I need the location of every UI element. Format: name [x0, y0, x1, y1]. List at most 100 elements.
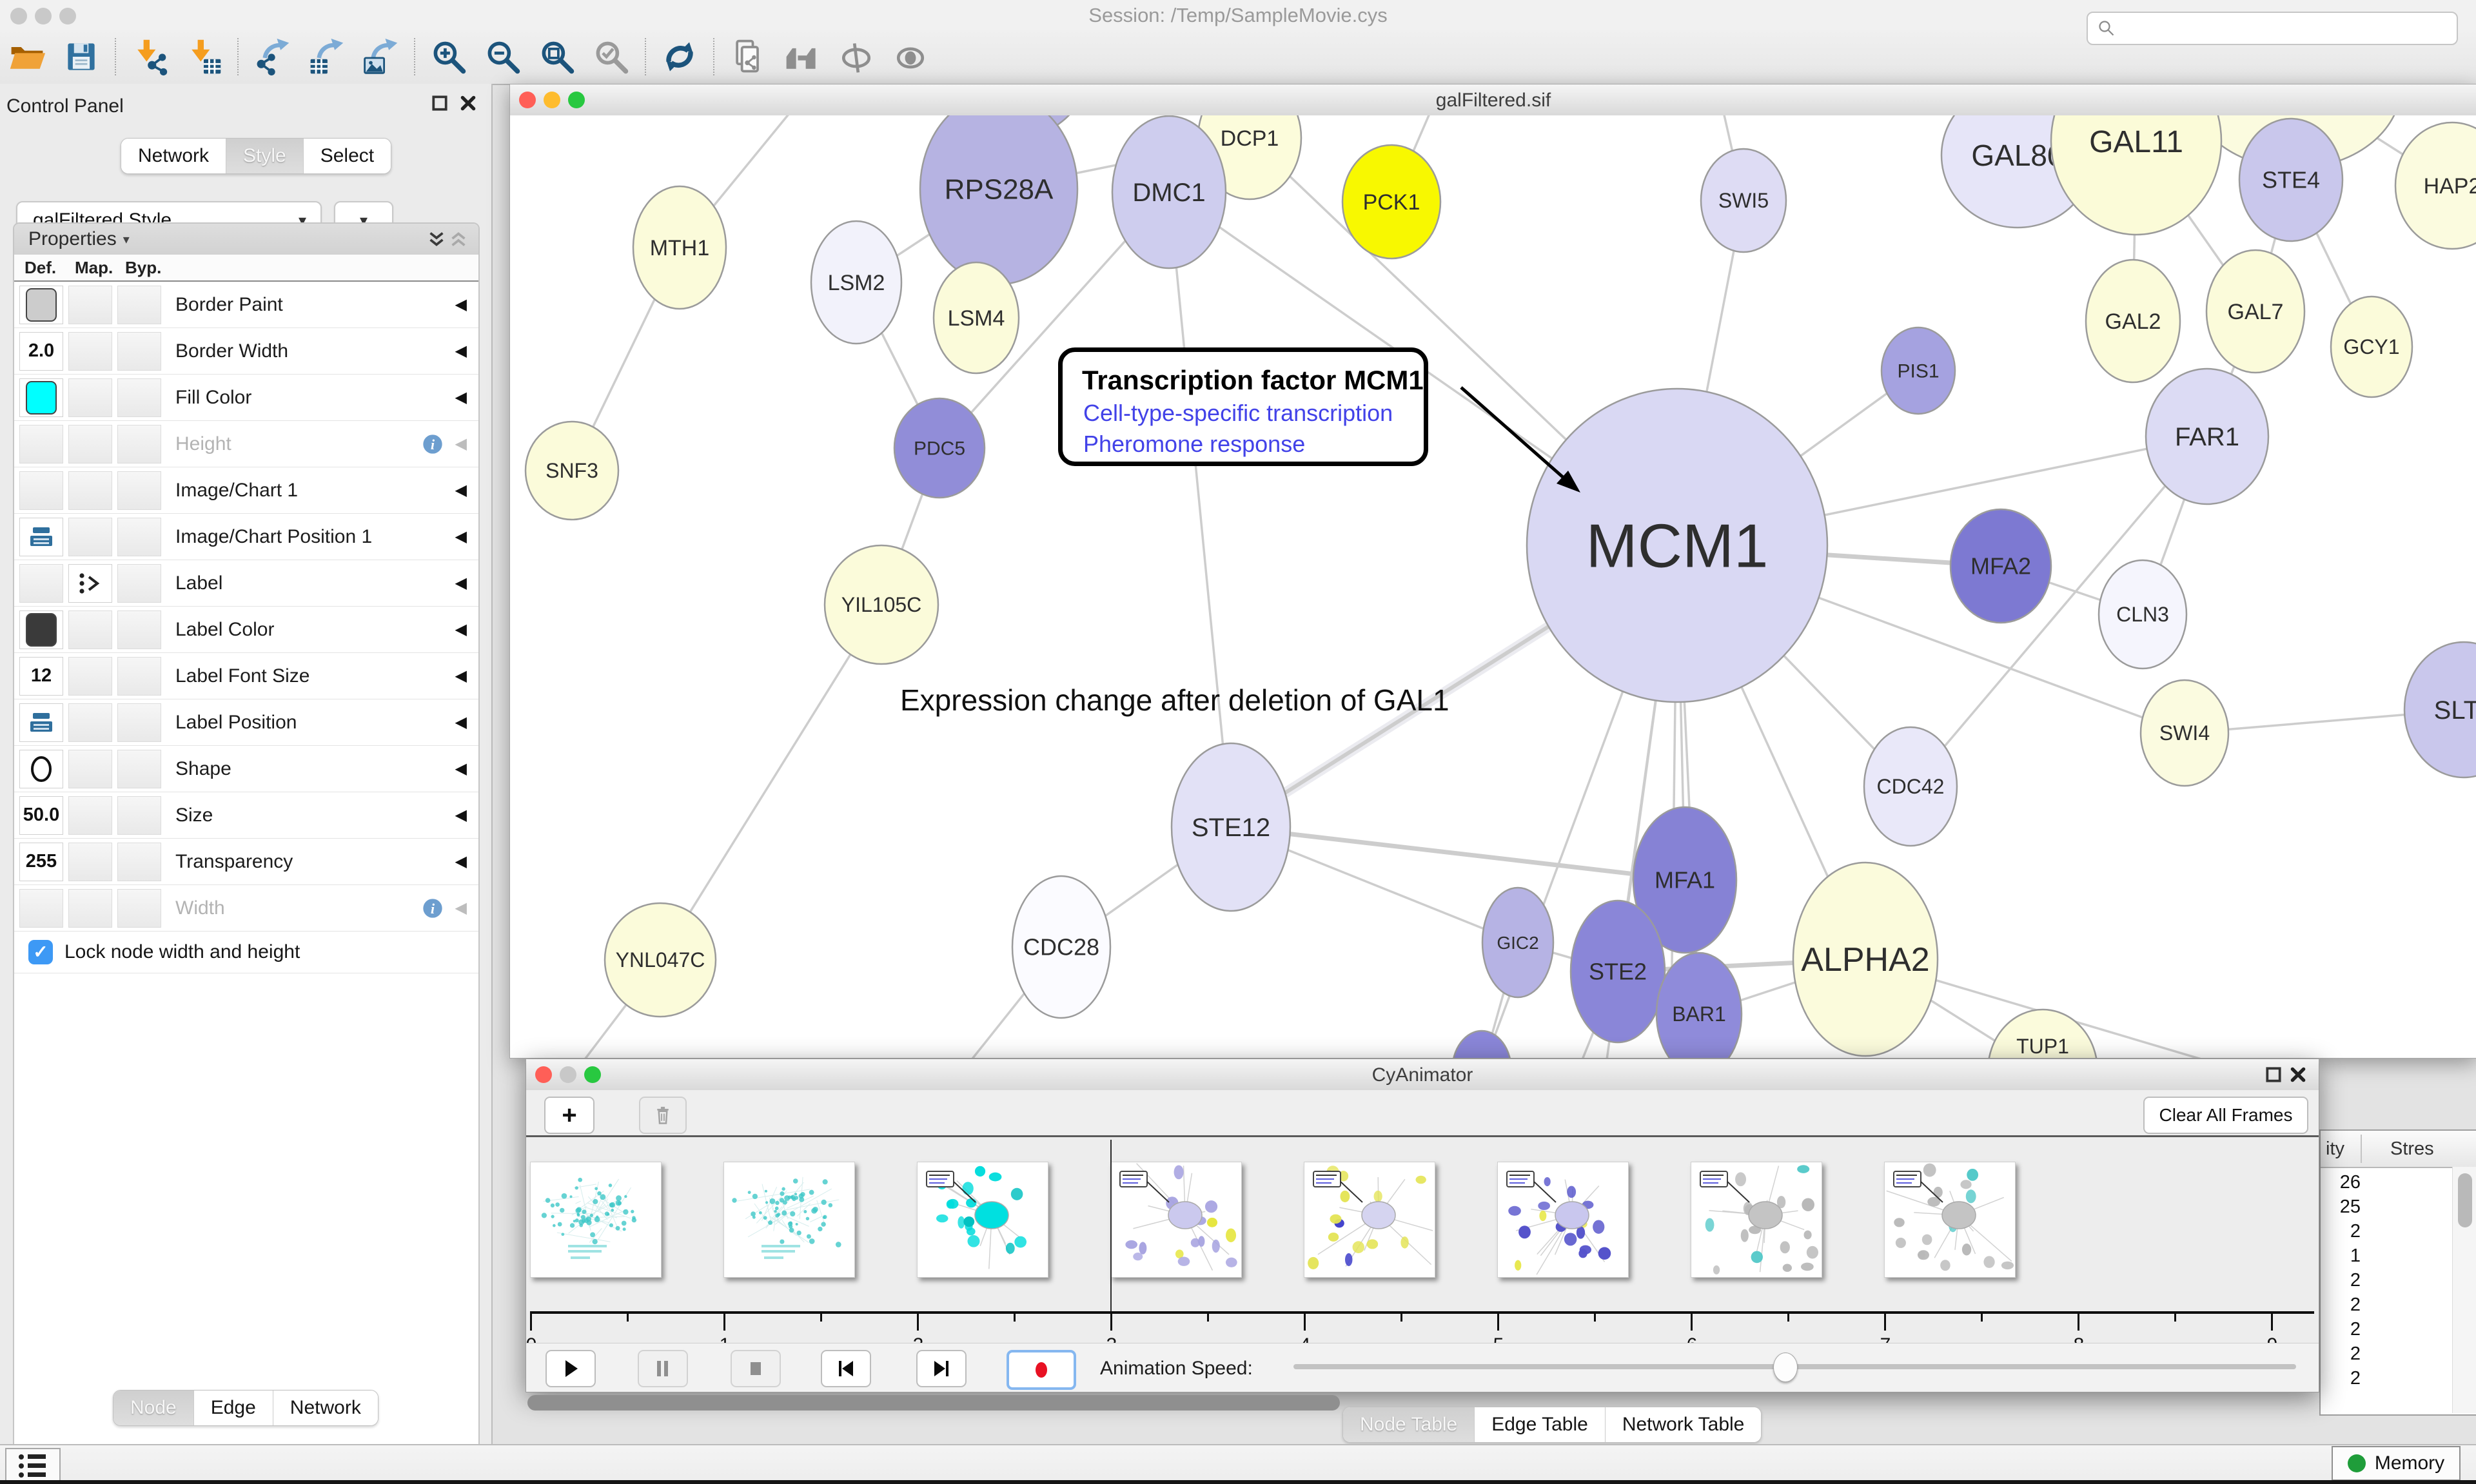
- table-row[interactable]: 2: [2321, 1221, 2361, 1242]
- expand-row-icon[interactable]: ◀: [455, 527, 467, 546]
- network-window-titlebar[interactable]: galFiltered.sif: [510, 84, 2476, 116]
- add-frame-button[interactable]: +: [544, 1097, 594, 1134]
- property-row-size[interactable]: 50.0Size◀: [14, 792, 478, 839]
- play-button[interactable]: [545, 1350, 596, 1387]
- tab-network[interactable]: Network: [121, 139, 226, 173]
- map-cell[interactable]: [68, 332, 112, 371]
- zoom-in-icon[interactable]: [427, 35, 470, 78]
- slider-thumb[interactable]: [1773, 1352, 1798, 1382]
- zoom-out-icon[interactable]: [482, 35, 524, 78]
- map-cell[interactable]: [68, 471, 112, 510]
- byp-cell[interactable]: [117, 657, 161, 696]
- network-document-icon[interactable]: [727, 35, 769, 78]
- byp-cell[interactable]: [117, 425, 161, 464]
- expand-row-icon[interactable]: ◀: [455, 759, 467, 778]
- refresh-icon[interactable]: [658, 35, 701, 78]
- map-cell[interactable]: [68, 703, 112, 742]
- property-row-fill-color[interactable]: Fill Color◀: [14, 375, 478, 421]
- frame-thumbnail-4[interactable]: [1304, 1162, 1435, 1278]
- def-cell[interactable]: [19, 471, 63, 510]
- property-row-label-position[interactable]: Label Position◀: [14, 699, 478, 746]
- table-row[interactable]: 25: [2321, 1196, 2361, 1218]
- table-hscrollbar-thumb[interactable]: [527, 1395, 1340, 1411]
- frame-thumbnail-6[interactable]: [1691, 1162, 1822, 1278]
- lock-size-checkbox[interactable]: ✓: [28, 940, 53, 964]
- def-cell[interactable]: 255: [19, 843, 63, 881]
- property-row-width[interactable]: Widthi◀: [14, 885, 478, 932]
- table-row[interactable]: 2: [2321, 1368, 2361, 1389]
- memory-button[interactable]: Memory: [2332, 1446, 2461, 1481]
- table-row[interactable]: 2: [2321, 1343, 2361, 1365]
- def-cell[interactable]: [19, 750, 63, 788]
- expand-row-icon[interactable]: ◀: [455, 713, 467, 732]
- byp-cell[interactable]: [117, 750, 161, 788]
- close-panel-icon[interactable]: [2289, 1066, 2307, 1084]
- frame-thumbnail-0[interactable]: [530, 1162, 662, 1278]
- binoculars-icon[interactable]: [781, 35, 823, 78]
- def-cell[interactable]: [19, 286, 63, 324]
- frame-thumbnail-1[interactable]: [723, 1162, 855, 1278]
- map-cell[interactable]: [68, 286, 112, 324]
- import-network-icon[interactable]: [128, 35, 171, 78]
- expand-row-icon[interactable]: ◀: [455, 667, 467, 685]
- def-cell[interactable]: [19, 378, 63, 417]
- float-panel-icon[interactable]: [2265, 1066, 2283, 1084]
- skip-end-button[interactable]: [916, 1350, 967, 1387]
- def-cell[interactable]: [19, 889, 63, 928]
- info-icon[interactable]: i: [420, 896, 445, 921]
- property-row-height[interactable]: Heighti◀: [14, 421, 478, 467]
- map-cell[interactable]: [68, 518, 112, 556]
- cyanimator-timeline[interactable]: 0123456789Seconds: [526, 1137, 2319, 1343]
- map-cell[interactable]: [68, 610, 112, 649]
- def-cell[interactable]: 2.0: [19, 332, 63, 371]
- map-cell[interactable]: [68, 564, 112, 603]
- search-field[interactable]: [2087, 12, 2458, 45]
- property-row-label-color[interactable]: Label Color◀: [14, 607, 478, 653]
- search-input[interactable]: [2116, 15, 2457, 42]
- skip-start-button[interactable]: [821, 1350, 871, 1387]
- node-BOT1[interactable]: [1452, 1031, 1511, 1058]
- annotation-box[interactable]: Transcription factor MCM1 Cell-type-spec…: [1058, 347, 1428, 466]
- table-row[interactable]: 2: [2321, 1270, 2361, 1291]
- byp-cell[interactable]: [117, 889, 161, 928]
- save-session-icon[interactable]: [60, 35, 103, 78]
- tab-select[interactable]: Select: [304, 139, 391, 173]
- float-panel-icon[interactable]: [431, 94, 449, 112]
- map-cell[interactable]: [68, 378, 112, 417]
- timeline-ruler[interactable]: [531, 1311, 2314, 1314]
- expand-row-icon[interactable]: ◀: [455, 806, 467, 825]
- expand-row-icon[interactable]: ◀: [455, 481, 467, 500]
- import-table-icon[interactable]: [182, 35, 225, 78]
- show-panels-button[interactable]: [5, 1448, 61, 1483]
- map-cell[interactable]: [68, 657, 112, 696]
- frame-thumbnail-2[interactable]: [917, 1162, 1048, 1278]
- close-panel-icon[interactable]: [459, 94, 477, 112]
- pause-button[interactable]: [638, 1350, 688, 1387]
- property-row-transparency[interactable]: 255Transparency◀: [14, 839, 478, 885]
- def-cell[interactable]: [19, 610, 63, 649]
- property-row-border-paint[interactable]: Border Paint◀: [14, 282, 478, 328]
- tab-style[interactable]: Style: [226, 139, 304, 173]
- byp-cell[interactable]: [117, 610, 161, 649]
- expand-row-icon[interactable]: ◀: [455, 574, 467, 592]
- def-cell[interactable]: 12: [19, 657, 63, 696]
- expand-row-icon[interactable]: ◀: [455, 295, 467, 314]
- show-graphics-icon[interactable]: [889, 35, 932, 78]
- byp-cell[interactable]: [117, 843, 161, 881]
- expand-row-icon[interactable]: ◀: [455, 852, 467, 871]
- property-row-image-chart-position-1[interactable]: Image/Chart Position 1◀: [14, 514, 478, 560]
- clear-all-frames-button[interactable]: Clear All Frames: [2143, 1097, 2308, 1134]
- def-cell[interactable]: 50.0: [19, 796, 63, 835]
- table-vscrollbar[interactable]: [2452, 1167, 2476, 1413]
- table-row[interactable]: 26: [2321, 1172, 2361, 1193]
- frame-thumbnail-7[interactable]: [1884, 1162, 2016, 1278]
- property-row-image-chart-1[interactable]: Image/Chart 1◀: [14, 467, 478, 514]
- def-cell[interactable]: [19, 703, 63, 742]
- map-cell[interactable]: [68, 750, 112, 788]
- hide-graphics-icon[interactable]: [835, 35, 878, 78]
- map-cell[interactable]: [68, 425, 112, 464]
- def-cell[interactable]: [19, 425, 63, 464]
- network-canvas[interactable]: DCP1RPS28ADMC1PCK1MTH1LSM2LSM4SWI5GAL80G…: [510, 115, 2476, 1058]
- export-network-icon[interactable]: [251, 35, 293, 78]
- properties-header[interactable]: Properties ▾: [14, 224, 478, 255]
